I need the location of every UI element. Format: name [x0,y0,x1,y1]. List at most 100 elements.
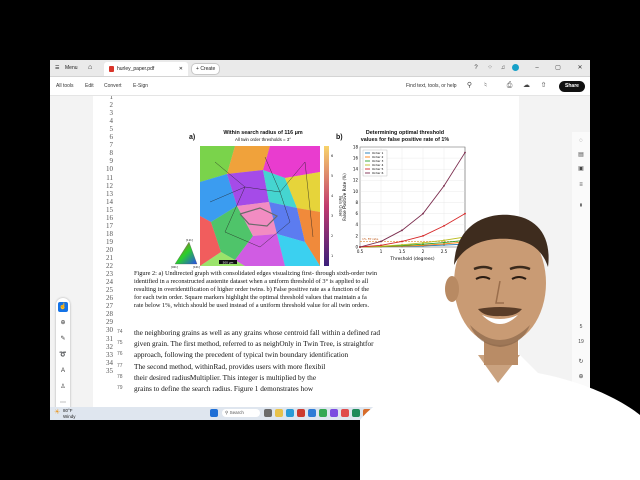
close-tab-icon[interactable]: ✕ [179,62,183,76]
create-label: Create [200,66,216,72]
search-icon[interactable]: ⚲ [465,81,474,91]
line-number: 31 [106,334,113,343]
ipf-map [200,146,320,266]
colorbar-tick: 3 [331,214,333,218]
bookmark-icon[interactable]: ▤ [576,150,586,160]
line-number: 27 [106,302,113,311]
taskbar-search[interactable]: ⚲ Search [222,409,260,417]
print-icon[interactable]: ⎙ [505,81,514,91]
panel-a-title: Within search radius of 116 μm [223,130,303,136]
pdf-file-icon [109,66,114,72]
colorbar-tick: 6 [331,154,333,158]
figure-label-a: a) [189,134,196,141]
y-tick-label: 14 [353,167,359,172]
app-icon-red[interactable] [297,409,305,417]
weather-icon[interactable]: ☀ [54,408,60,416]
y-tick-label: 10 [353,189,359,194]
plus-icon: + [196,66,199,72]
pages-icon[interactable]: ▣ [576,164,586,174]
esign-menu[interactable]: E-Sign [133,77,148,95]
tab-title: hurley_paper.pdf [117,66,155,72]
line-number: 7 [109,141,114,150]
line-number: 16 [106,213,113,222]
apps-grid-icon[interactable]: ⁘ [486,63,494,73]
find-search-field[interactable]: Find text, tools, or help [406,77,457,95]
maximize-icon[interactable]: ▢ [554,63,562,73]
y-tick-label: 8 [355,200,358,205]
help-icon[interactable]: ? [472,63,480,73]
body-line-number: 78 [117,373,123,380]
comment-icon[interactable]: ◌ [576,136,586,146]
line-number: 9 [109,157,114,166]
stamp-icon[interactable]: ♙ [58,382,68,392]
ipf-legend-triangle: [001] [101] [111] [171,238,200,269]
y-tick-label: 4 [355,222,358,227]
line-number: 21 [106,254,113,262]
all-tools-menu[interactable]: All tools [56,77,74,95]
weather-condition[interactable]: Windy [63,414,76,419]
line-number: 30 [106,326,113,335]
select-cursor-icon[interactable]: ☝ [58,302,68,312]
scale-bar-label: 500 μm [223,260,234,264]
weather-temp[interactable]: 80°F [63,408,73,413]
y-tick-label: 12 [353,178,359,183]
line-number: 5 [109,125,114,134]
text-box-icon[interactable]: A [58,366,68,376]
acrobat-taskbar-icon[interactable] [341,409,349,417]
left-tool-palette: ☝ ⊕ ✎ ➰ A ♙ ⋯ [56,298,70,407]
line-number: 12 [106,181,113,190]
lasso-icon[interactable]: ➰ [58,350,68,360]
user-avatar[interactable] [512,64,519,71]
home-icon[interactable]: ⌂ [88,60,92,76]
line-number: 14 [106,197,113,206]
close-window-icon[interactable]: ✕ [576,63,584,73]
line-number: 15 [106,205,113,214]
file-explorer-icon[interactable] [275,409,283,417]
menu-label[interactable]: Menu [65,60,78,76]
app-icon-green[interactable] [352,409,360,417]
line-number: 22 [106,262,113,271]
y-tick-label: 6 [355,211,358,216]
convert-menu[interactable]: Convert [104,77,122,95]
start-icon[interactable] [210,409,218,417]
colorbar-tick: 2 [331,234,333,238]
headphones-icon[interactable]: ♮ [481,81,490,91]
colorbar-tick: 1 [331,254,333,258]
line-number: 8 [109,149,114,158]
app-icon-purple[interactable] [330,409,338,417]
body-line-numbers: 74 75 76 77 78 79 [117,327,123,394]
create-button[interactable]: + Create [191,63,221,75]
save-cloud-icon[interactable]: ☁ [522,81,531,91]
zoom-icon[interactable]: ⊕ [58,318,68,328]
line-number: 29 [106,318,113,327]
line-number: 2 [109,101,114,110]
minimize-icon[interactable]: – [533,63,541,73]
data-point [464,151,466,154]
main-toolbar: All tools Edit Convert E-Sign Find text,… [50,77,590,96]
line-number: 33 [106,350,113,359]
twin-order-colorbar [324,146,329,266]
document-tab[interactable]: hurley_paper.pdf ✕ [104,62,188,76]
notification-bell-icon[interactable]: ♫ [499,63,507,73]
data-point [443,184,445,187]
app-icon-blue[interactable] [308,409,316,417]
line-number: 3 [109,109,114,118]
task-view-icon[interactable] [264,409,272,417]
colorbar-tick: 4 [331,194,334,198]
ipf-label-001: [001] [171,265,178,269]
edge-icon[interactable] [286,409,294,417]
upload-icon[interactable]: ⇧ [539,81,548,91]
share-button[interactable]: Share [559,81,585,92]
more-tools-icon[interactable]: ⋯ [58,398,68,407]
line-number: 18 [106,229,113,238]
y-tick-label: 16 [353,156,359,161]
layers-icon[interactable]: ≡ [576,180,586,190]
search-icon: ⚲ [225,410,229,415]
edit-menu[interactable]: Edit [85,77,94,95]
chrome-icon[interactable] [319,409,327,417]
colorbar-ticks: 1 2 3 4 5 6 [331,154,334,258]
grain-map-figure: 123456 Twin Order 500 μm [001] [101] [11… [171,146,343,269]
hamburger-icon[interactable]: ☰ [55,60,59,76]
line-number: 11 [106,173,113,182]
pen-icon[interactable]: ✎ [58,334,68,344]
